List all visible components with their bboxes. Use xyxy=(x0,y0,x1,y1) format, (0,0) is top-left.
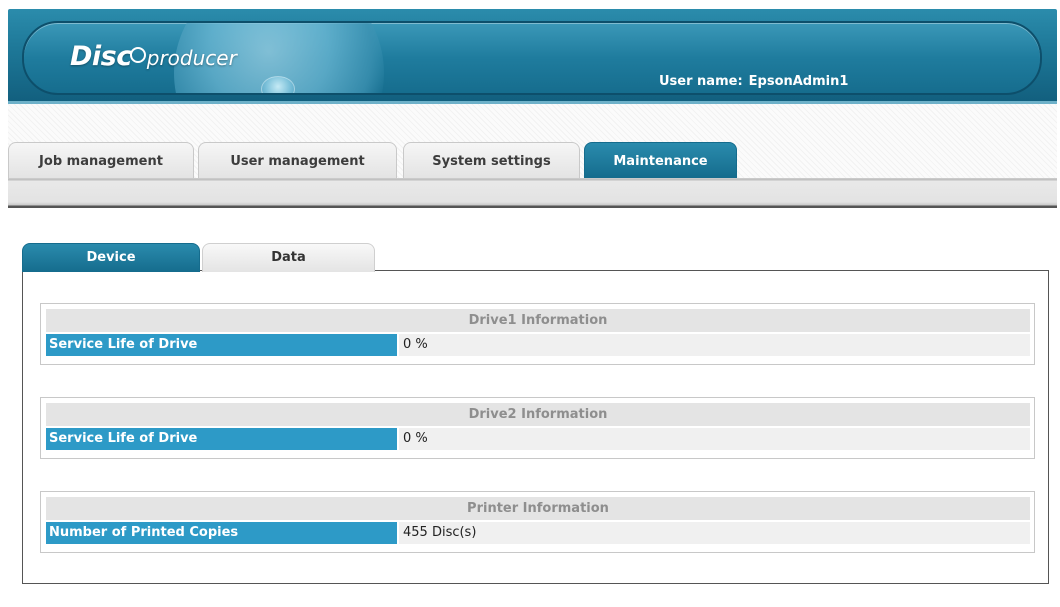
tab-user-management[interactable]: User management xyxy=(198,142,397,178)
tab-label: Job management xyxy=(39,154,163,169)
subtab-label: Data xyxy=(271,250,306,265)
disc-hole-graphic xyxy=(261,76,295,93)
user-info: User name: EpsonAdmin1 xyxy=(659,74,848,89)
logo-producer-text: producer xyxy=(146,46,237,70)
drive2-info-panel: Drive2 Information Service Life of Drive… xyxy=(40,397,1035,459)
row-label: Number of Printed Copies xyxy=(46,522,397,544)
app-header: Disc producer User name: EpsonAdmin1 xyxy=(8,9,1057,102)
logo-swirl-icon xyxy=(129,47,146,63)
tab-rail xyxy=(8,178,1057,208)
subtab-data[interactable]: Data xyxy=(202,243,375,272)
subtab-label: Device xyxy=(86,250,136,265)
printer-info-panel: Printer Information Number of Printed Co… xyxy=(40,491,1035,553)
row-label: Service Life of Drive xyxy=(46,334,397,356)
disc-producer-logo: Disc producer xyxy=(70,41,237,81)
tab-label: System settings xyxy=(432,154,551,169)
panel-title: Printer Information xyxy=(46,497,1030,520)
panel-title: Drive1 Information xyxy=(46,309,1030,332)
tab-job-management[interactable]: Job management xyxy=(8,142,194,178)
logo-disc-text: Disc xyxy=(70,41,132,72)
user-name-value: EpsonAdmin1 xyxy=(748,74,849,89)
panel-title: Drive2 Information xyxy=(46,403,1030,426)
row-value: 0 % xyxy=(399,428,1030,450)
tab-label: Maintenance xyxy=(613,154,708,169)
row-label: Service Life of Drive xyxy=(46,428,397,450)
header-banner: Disc producer User name: EpsonAdmin1 xyxy=(22,21,1042,95)
drive1-info-panel: Drive1 Information Service Life of Drive… xyxy=(40,303,1035,365)
tab-system-settings[interactable]: System settings xyxy=(403,142,580,178)
tab-maintenance[interactable]: Maintenance xyxy=(584,142,737,178)
user-name-label: User name: xyxy=(659,74,743,89)
row-value: 455 Disc(s) xyxy=(399,522,1030,544)
tab-label: User management xyxy=(230,154,365,169)
row-value: 0 % xyxy=(399,334,1030,356)
subtab-device[interactable]: Device xyxy=(22,243,200,272)
